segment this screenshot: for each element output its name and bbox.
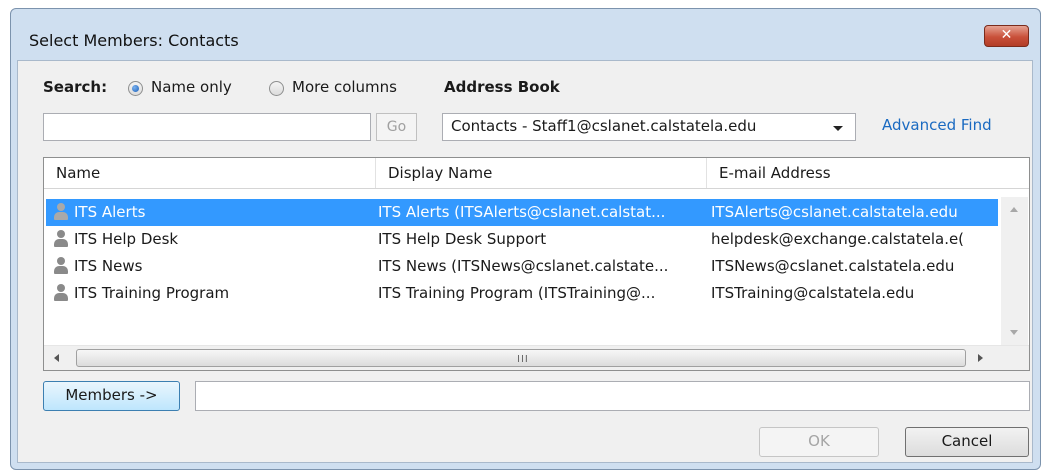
column-header-name[interactable]: Name [44,158,375,188]
row-name: ITS News [74,257,143,275]
row-email: ITSTraining@calstatela.edu [711,284,915,302]
cancel-button[interactable]: Cancel [905,427,1029,457]
ok-button[interactable]: OK [759,427,879,457]
scroll-left-icon[interactable] [54,354,59,362]
row-name: ITS Training Program [74,284,230,302]
column-header-email[interactable]: E-mail Address [707,158,1027,188]
dialog-title: Select Members: Contacts [29,31,239,50]
list-header: Name Display Name E-mail Address [44,158,1029,189]
table-row[interactable]: ITS Help Desk ITS Help Desk Support help… [46,226,998,253]
scroll-right-icon[interactable] [978,354,983,362]
row-email: helpdesk@exchange.calstatela.e( [711,230,965,248]
radio-more-columns[interactable] [269,81,284,96]
table-row[interactable]: ITS Training Program ITS Training Progra… [46,280,998,307]
row-name: ITS Help Desk [74,230,179,248]
scroll-grip: III [517,354,529,365]
row-email: ITSNews@cslanet.calstatela.edu [711,257,955,275]
contact-icon [54,284,68,302]
row-email: ITSAlerts@cslanet.calstatela.edu [711,203,958,221]
row-display-name: ITS News (ITSNews@cslanet.calstate... [378,257,669,275]
table-row[interactable]: ITS News ITS News (ITSNews@cslanet.calst… [46,253,998,280]
chevron-down-icon [833,126,843,131]
search-label: Search: [43,78,108,96]
radio-more-columns-label[interactable]: More columns [292,78,397,96]
horizontal-scrollbar[interactable]: III [44,345,1029,370]
dialog-body: Search: Name only More columns Address B… [17,60,1033,463]
contact-icon [54,203,68,221]
scroll-down-icon[interactable] [1010,330,1018,335]
advanced-find-link[interactable]: Advanced Find [882,116,992,134]
scroll-up-icon[interactable] [1010,207,1018,212]
radio-name-only-label[interactable]: Name only [151,78,232,96]
vertical-scrollbar[interactable] [1001,197,1028,345]
members-button[interactable]: Members -> [43,381,180,411]
contact-icon [54,230,68,248]
title-bar: Select Members: Contacts ✕ [11,9,1040,59]
radio-name-only[interactable] [128,81,143,96]
row-display-name: ITS Alerts (ITSAlerts@cslanet.calstat... [378,203,666,221]
horizontal-scroll-thumb[interactable]: III [76,349,966,367]
contact-icon [54,257,68,275]
column-header-display-name[interactable]: Display Name [376,158,706,188]
dialog-window: Select Members: Contacts ✕ Search: Name … [10,8,1041,470]
row-display-name: ITS Training Program (ITSTraining@... [378,284,656,302]
close-button[interactable]: ✕ [984,25,1029,47]
members-input[interactable] [195,381,1030,411]
table-row[interactable]: ITS Alerts ITS Alerts (ITSAlerts@cslanet… [46,199,998,226]
row-display-name: ITS Help Desk Support [378,230,547,248]
address-book-value: Contacts - Staff1@cslanet.calstatela.edu [451,117,757,135]
search-input[interactable] [43,113,371,141]
address-book-label: Address Book [444,78,560,96]
row-name: ITS Alerts [74,203,146,221]
address-book-select[interactable]: Contacts - Staff1@cslanet.calstatela.edu [442,113,856,141]
contacts-list[interactable]: Name Display Name E-mail Address ITS Ale… [43,157,1030,371]
go-button[interactable]: Go [376,113,417,141]
